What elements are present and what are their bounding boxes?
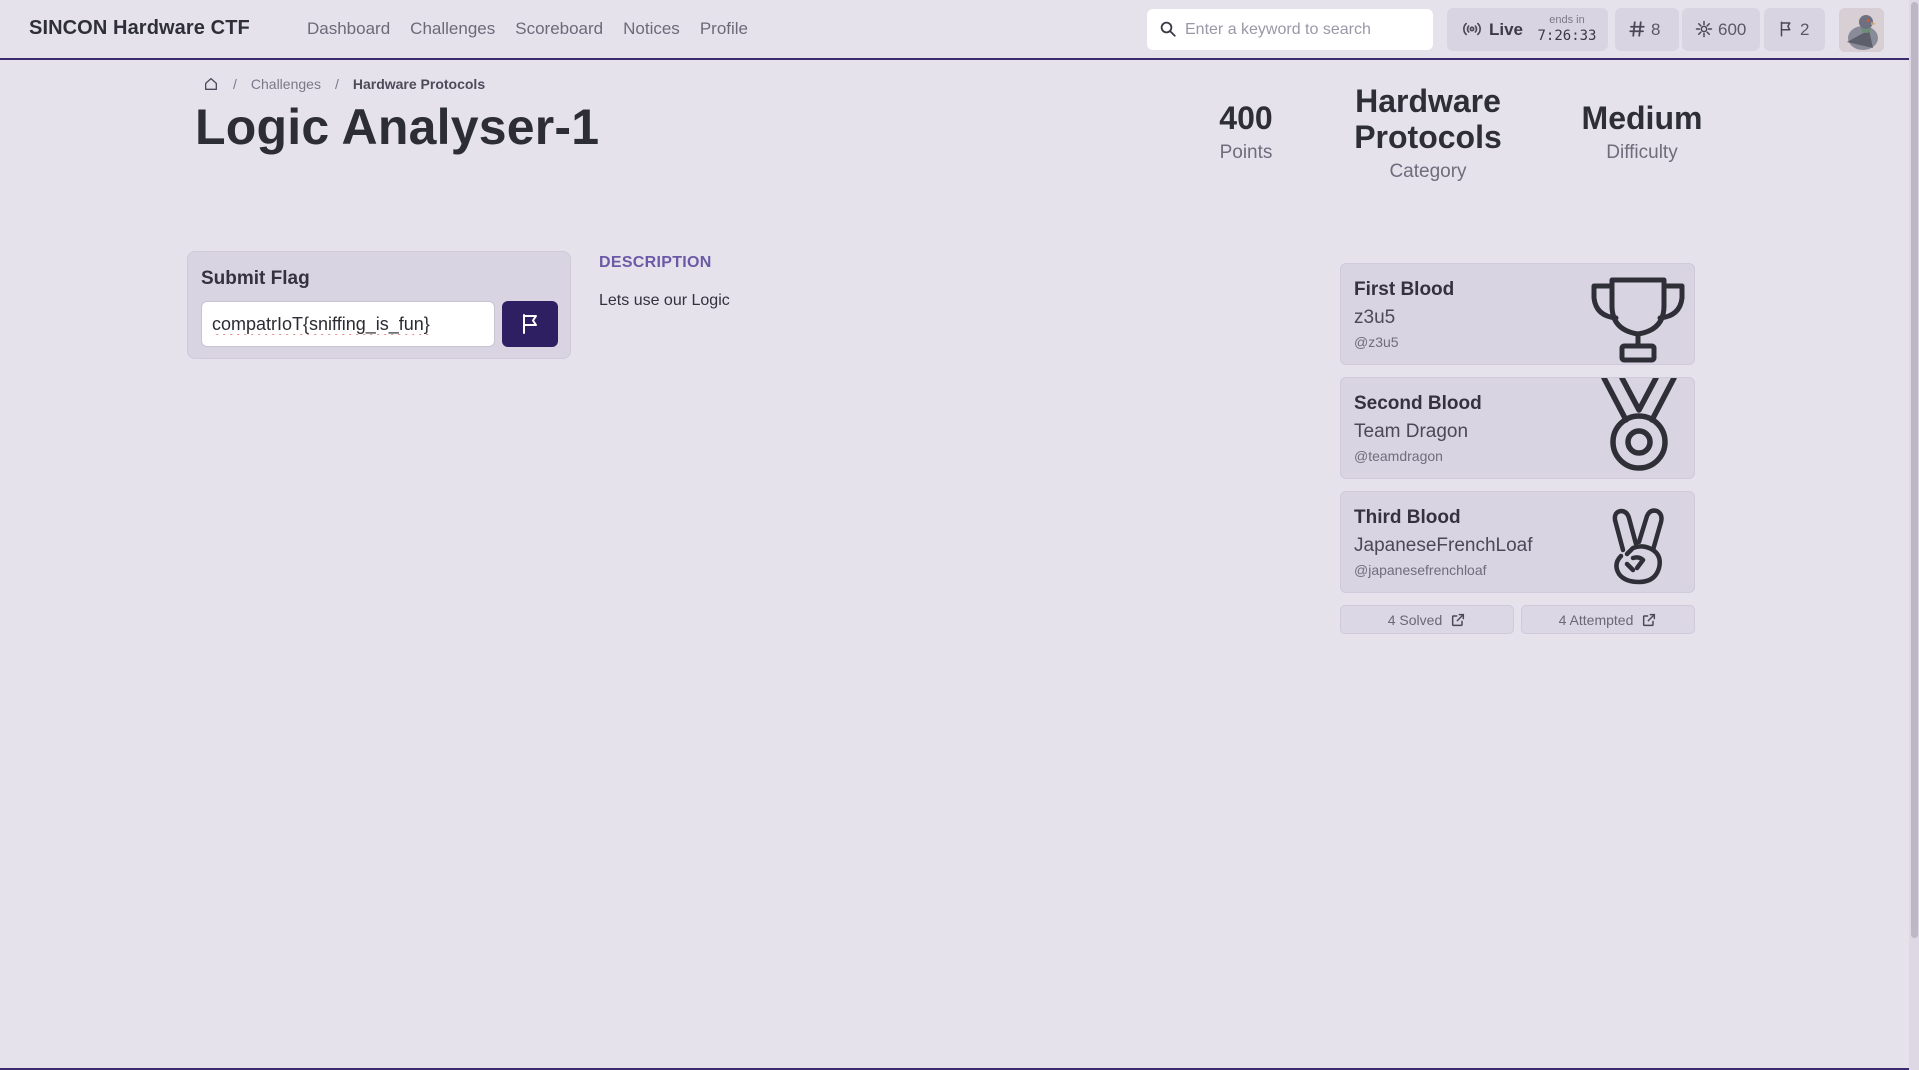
challenge-title: Logic Analyser-1 [195,99,600,155]
submit-flag-title: Submit Flag [201,268,310,289]
flag-icon [1780,21,1791,37]
nav-notices[interactable]: Notices [623,19,680,39]
pigeon-avatar-icon [1839,8,1884,52]
nav-dashboard[interactable]: Dashboard [307,19,390,39]
third-blood-handle[interactable]: @japanesefrenchloaf [1354,562,1487,578]
breadcrumb-current: Hardware Protocols [352,76,486,92]
second-blood-title: Second Blood [1354,393,1482,414]
points-chip[interactable]: 600 [1682,8,1760,51]
first-blood-handle[interactable]: @z3u5 [1354,334,1399,350]
nav-scoreboard[interactable]: Scoreboard [515,19,603,39]
difficulty-stat-value: Medium [1581,100,1703,136]
solved-count-button[interactable]: 4 Solved [1340,605,1514,634]
solved-count-label: 4 Solved [1387,611,1443,628]
rank-value: 8 [1651,20,1661,39]
sparkle-icon [1695,20,1713,38]
avatar[interactable] [1839,8,1884,52]
search-input[interactable] [1185,9,1425,50]
search-box[interactable] [1147,9,1433,50]
victory-hand-icon [1612,508,1664,585]
medal-icon [1601,378,1677,471]
category-stat-label: Category [1389,161,1467,182]
first-blood-name: z3u5 [1354,307,1396,328]
flags-value: 2 [1800,20,1810,39]
scrollbar-thumb[interactable] [1911,2,1918,938]
countdown-timer: 7:26:33 [1537,28,1597,44]
attempted-count-label: 4 Attempted [1558,611,1634,628]
hash-icon [1629,21,1645,37]
first-blood-title: First Blood [1354,279,1455,300]
submit-flag-button[interactable] [502,301,558,347]
nav-challenges[interactable]: Challenges [410,19,495,39]
breadcrumb: / Challenges / Hardware Protocols [203,76,485,92]
points-stat-label: Points [1219,142,1273,163]
points-stat: 400 Points [1196,100,1296,164]
flag-input[interactable] [201,301,495,347]
search-icon [1160,21,1176,37]
category-stat: Hardware Protocols Category [1335,83,1521,183]
home-icon[interactable] [203,76,219,92]
category-stat-value: Hardware Protocols [1354,83,1502,155]
live-status-chip[interactable]: Live ends in 7:26:33 [1447,8,1608,51]
top-navbar: SINCON Hardware CTF Dashboard Challenges… [0,0,1909,60]
third-blood-card: Third Blood JapaneseFrenchLoaf @japanese… [1340,491,1695,593]
ends-in-label: ends in [1549,14,1585,26]
first-blood-card: First Blood z3u5 @z3u5 [1340,263,1695,365]
third-blood-name: JapaneseFrenchLoaf [1354,535,1533,556]
rank-chip[interactable]: 8 [1615,8,1679,51]
nav-links: Dashboard Challenges Scoreboard Notices … [307,19,748,39]
difficulty-stat-label: Difficulty [1606,142,1678,163]
second-blood-card: Second Blood Team Dragon @teamdragon [1340,377,1695,479]
broadcast-icon [1463,22,1481,36]
external-link-icon [1643,613,1656,626]
attempted-count-button[interactable]: 4 Attempted [1521,605,1695,634]
brand-title[interactable]: SINCON Hardware CTF [29,17,250,40]
breadcrumb-challenges[interactable]: Challenges [251,76,321,92]
breadcrumb-separator: / [334,76,339,92]
points-value: 600 [1718,20,1747,39]
flag-icon [523,314,537,334]
description-text: Lets use our Logic [599,292,730,309]
trophy-icon [1591,277,1685,363]
flags-chip[interactable]: 2 [1764,8,1825,51]
external-link-icon [1452,613,1465,626]
live-label: Live [1489,20,1524,39]
second-blood-name: Team Dragon [1354,421,1469,442]
breadcrumb-separator: / [233,76,237,92]
points-stat-value: 400 [1219,100,1273,136]
nav-profile[interactable]: Profile [700,19,748,39]
second-blood-handle[interactable]: @teamdragon [1354,448,1443,464]
third-blood-title: Third Blood [1354,507,1461,528]
submit-flag-panel: Submit Flag [187,251,571,359]
description-heading: DESCRIPTION [599,254,712,271]
difficulty-stat: Medium Difficulty [1566,100,1718,164]
